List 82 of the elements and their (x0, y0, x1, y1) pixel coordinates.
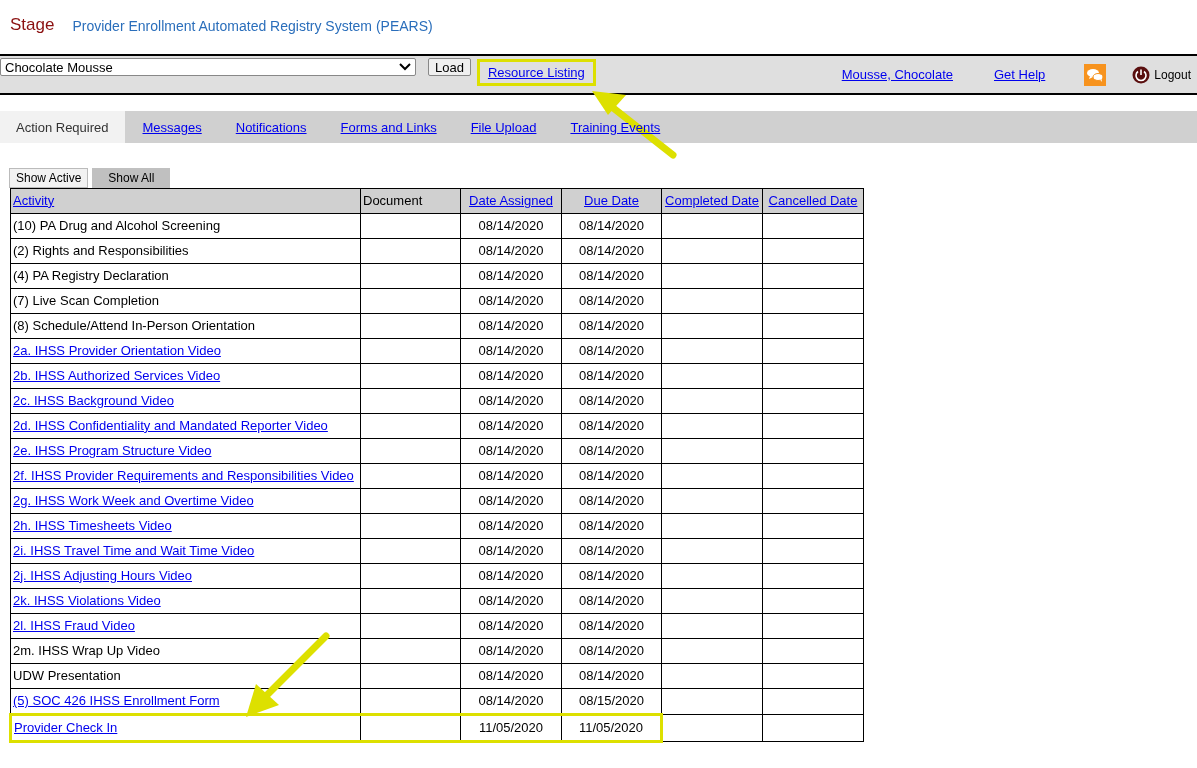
date-assigned-cell: 08/14/2020 (478, 292, 544, 308)
task-link[interactable]: 2l. IHSS Fraud Video (13, 617, 135, 633)
environment-label: Stage (10, 15, 55, 35)
user-select[interactable]: Chocolate Mousse (0, 58, 416, 76)
due-date-cell: 08/14/2020 (578, 567, 645, 583)
tab[interactable]: File Upload (453, 111, 554, 143)
tab[interactable]: Notifications (218, 111, 324, 143)
date-assigned-cell: 08/14/2020 (478, 617, 544, 633)
due-date-cell: 08/14/2020 (578, 517, 645, 533)
due-date-cell: 08/14/2020 (578, 217, 645, 233)
date-assigned-cell: 08/14/2020 (478, 667, 544, 683)
date-assigned-cell: 08/14/2020 (478, 392, 544, 408)
task-name: (2) Rights and Responsibilities (13, 242, 189, 258)
task-link[interactable]: 2a. IHSS Provider Orientation Video (13, 342, 221, 358)
task-link[interactable]: 2k. IHSS Violations Video (13, 592, 161, 608)
column-sort-link[interactable]: Activity (13, 192, 55, 208)
tab[interactable]: Action Required (0, 111, 125, 143)
due-date-cell: 08/14/2020 (578, 467, 645, 483)
due-date-cell: 08/14/2020 (578, 417, 645, 433)
task-link[interactable]: 2h. IHSS Timesheets Video (13, 517, 172, 533)
task-link[interactable]: Provider Check In (14, 719, 118, 735)
date-assigned-cell: 08/14/2020 (478, 642, 544, 658)
power-icon[interactable] (1132, 66, 1151, 84)
date-assigned-cell: 08/14/2020 (478, 242, 544, 258)
task-link[interactable]: 2e. IHSS Program Structure Video (13, 442, 212, 458)
filter-button[interactable]: Show Active (9, 168, 89, 188)
task-link[interactable]: 2d. IHSS Confidentiality and Mandated Reporter Video (13, 417, 328, 433)
due-date-cell: 08/14/2020 (578, 242, 645, 258)
due-date-cell: 08/14/2020 (578, 667, 645, 683)
task-name: 2m. IHSS Wrap Up Video (13, 642, 160, 658)
resource-listing-link[interactable]: Resource Listing (476, 59, 596, 86)
date-assigned-cell: 11/05/2020 (478, 719, 544, 735)
app-title: Provider Enrollment Automated Registry System (PEARS) (72, 18, 433, 34)
task-link[interactable]: (5) SOC 426 IHSS Enrollment Form (13, 692, 220, 708)
logout-link[interactable]: Logout (1154, 68, 1191, 82)
date-assigned-cell: 08/14/2020 (478, 492, 544, 508)
due-date-cell: 11/05/2020 (578, 719, 644, 735)
column-header: Document (363, 192, 423, 208)
user-name-link[interactable]: Mousse, Chocolate (841, 67, 953, 82)
task-link[interactable]: 2b. IHSS Authorized Services Video (13, 367, 221, 383)
due-date-cell: 08/14/2020 (578, 442, 645, 458)
task-name: UDW Presentation (13, 667, 121, 683)
task-name: (10) PA Drug and Alcohol Screening (13, 217, 221, 233)
date-assigned-cell: 08/14/2020 (478, 417, 544, 433)
task-link[interactable]: 2f. IHSS Provider Requirements and Responsibilities Video (13, 467, 354, 483)
task-link[interactable]: 2j. IHSS Adjusting Hours Video (13, 567, 192, 583)
date-assigned-cell: 08/14/2020 (478, 367, 544, 383)
task-name: (8) Schedule/Attend In-Person Orientation (13, 317, 256, 333)
filter-button[interactable]: Show All (92, 168, 171, 188)
due-date-cell: 08/14/2020 (578, 492, 645, 508)
due-date-cell: 08/14/2020 (578, 592, 645, 608)
load-button[interactable]: Load (428, 58, 471, 76)
due-date-cell: 08/14/2020 (578, 292, 645, 308)
get-help-link[interactable]: Get Help (994, 67, 1046, 82)
task-link[interactable]: 2c. IHSS Background Video (13, 392, 174, 408)
date-assigned-cell: 08/14/2020 (478, 317, 544, 333)
date-assigned-cell: 08/14/2020 (478, 567, 544, 583)
due-date-cell: 08/14/2020 (578, 392, 645, 408)
due-date-cell: 08/15/2020 (578, 692, 645, 708)
due-date-cell: 08/14/2020 (578, 367, 645, 383)
date-assigned-cell: 08/14/2020 (478, 442, 544, 458)
date-assigned-cell: 08/14/2020 (478, 467, 544, 483)
task-name: (7) Live Scan Completion (13, 292, 159, 308)
chevron-down-icon (399, 63, 411, 71)
tab[interactable]: Forms and Links (323, 111, 454, 143)
date-assigned-cell: 08/14/2020 (478, 217, 544, 233)
date-assigned-cell: 08/14/2020 (478, 342, 544, 358)
date-assigned-cell: 08/14/2020 (478, 267, 544, 283)
task-name: (4) PA Registry Declaration (13, 267, 169, 283)
due-date-cell: 08/14/2020 (578, 642, 645, 658)
date-assigned-cell: 08/14/2020 (478, 692, 544, 708)
due-date-cell: 08/14/2020 (578, 342, 645, 358)
task-link[interactable]: 2g. IHSS Work Week and Overtime Video (13, 492, 254, 508)
due-date-cell: 08/14/2020 (578, 317, 645, 333)
due-date-cell: 08/14/2020 (578, 617, 645, 633)
due-date-cell: 08/14/2020 (578, 267, 645, 283)
date-assigned-cell: 08/14/2020 (478, 592, 544, 608)
date-assigned-cell: 08/14/2020 (478, 517, 544, 533)
task-link[interactable]: 2i. IHSS Travel Time and Wait Time Video (13, 542, 255, 558)
due-date-cell: 08/14/2020 (578, 542, 645, 558)
tab[interactable]: Messages (125, 111, 219, 143)
date-assigned-cell: 08/14/2020 (478, 542, 544, 558)
